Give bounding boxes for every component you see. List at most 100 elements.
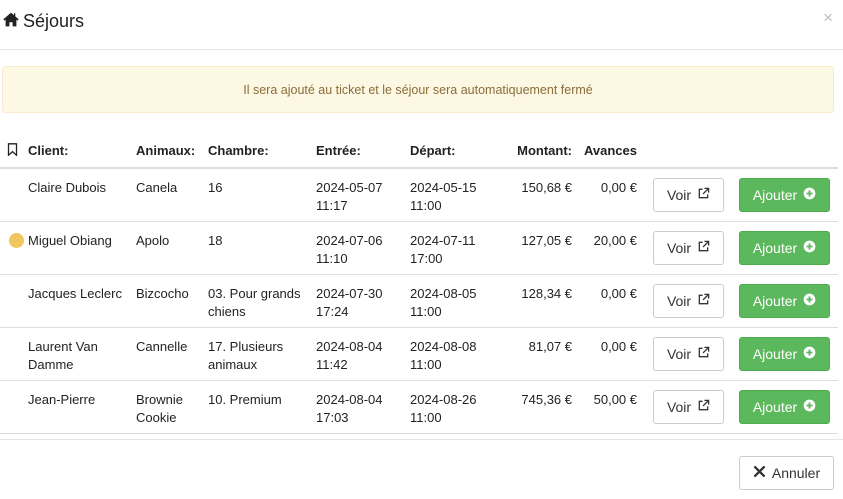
cell-voir: Voir (645, 168, 731, 222)
cell-chambre: 17. Plusieurs animaux (208, 327, 316, 381)
voir-label: Voir (666, 239, 692, 256)
entree-time: 11:10 (316, 250, 348, 266)
sejours-modal: Séjours × Il sera ajouté au ticket et le… (0, 0, 843, 499)
row-marker (0, 221, 28, 275)
depart-time: 11:00 (410, 303, 442, 319)
modal-title: Séjours (3, 11, 84, 32)
voir-button[interactable]: Voir (653, 336, 724, 371)
table-row: Jacques Leclerc Bizcocho 03. Pour grands c… (0, 274, 838, 328)
entree-time: 11:42 (316, 356, 348, 372)
external-link-icon (697, 293, 710, 309)
entree-date: 2024-07-30 (316, 285, 383, 301)
modal-title-text: Séjours (23, 11, 85, 31)
external-link-icon (697, 240, 710, 256)
cell-montant: 745,36 € (498, 380, 580, 434)
cell-animaux: Brownie Cookie (136, 380, 208, 434)
entree-date: 2024-08-04 (316, 391, 383, 407)
cell-avances: 0,00 € (580, 168, 645, 222)
home-icon (3, 11, 19, 32)
depart-date: 2024-08-26 (410, 391, 477, 407)
entree-time: 17:03 (316, 409, 349, 425)
cell-montant: 81,07 € (498, 327, 580, 381)
ajouter-button[interactable]: Ajouter (739, 230, 830, 265)
plus-circle-icon (803, 293, 816, 309)
cell-montant: 150,68 € (498, 168, 580, 222)
voir-label: Voir (666, 187, 692, 203)
modal-footer: Annuler (0, 439, 843, 499)
cell-ajouter: Ajouter (731, 327, 838, 381)
cell-depart: 2024-07-11 17:00 (410, 221, 498, 275)
header-entree: Entrée: (316, 137, 410, 169)
ajouter-button[interactable]: Ajouter (739, 283, 830, 318)
cell-chambre: 03. Pour grands chiens (208, 274, 316, 328)
header-voir-empty (645, 137, 731, 169)
cell-avances: 0,00 € (580, 274, 645, 328)
cell-entree: 2024-07-06 11:10 (316, 221, 410, 275)
table-row: Claire Dubois Canela 16 2024-05-07 11:17 2024… (0, 168, 838, 222)
voir-button[interactable]: Voir (653, 389, 724, 424)
cell-voir: Voir (645, 380, 731, 434)
bookmark-icon (7, 143, 18, 159)
cell-entree: 2024-08-04 17:03 (316, 380, 410, 434)
cell-voir: Voir (645, 221, 731, 275)
header-chambre: Chambre: (208, 137, 316, 169)
entree-time: 11:17 (316, 198, 348, 213)
table-header-row: Client: Animaux: Chambre: Entrée: Départ… (0, 137, 838, 169)
cell-avances: 0,00 € (580, 327, 645, 381)
entree-date: 2024-08-04 (316, 338, 383, 354)
ajouter-button[interactable]: Ajouter (739, 389, 830, 424)
ajouter-label: Ajouter (752, 239, 798, 256)
entree-time: 17:24 (316, 303, 349, 319)
status-dot-icon (9, 232, 24, 248)
cell-animaux: Canela (136, 168, 208, 222)
voir-label: Voir (666, 345, 692, 362)
row-marker (0, 168, 28, 222)
cell-depart: 2024-05-15 11:00 (410, 168, 498, 222)
cell-montant: 127,05 € (498, 221, 580, 275)
bookmark-icon-header (0, 137, 28, 169)
ajouter-label: Ajouter (752, 398, 798, 415)
table-row: Laurent Van Damme Cannelle 17. Plusieurs a… (0, 327, 838, 381)
ajouter-button[interactable]: Ajouter (739, 336, 830, 371)
cell-client: Jean-Pierre (28, 380, 136, 434)
depart-time: 11:00 (410, 356, 442, 372)
table-row: Jean-Pierre Brownie Cookie 10. Premium 2024… (0, 380, 838, 434)
cancel-button[interactable]: Annuler (739, 456, 834, 490)
cell-entree: 2024-08-04 11:42 (316, 327, 410, 381)
cell-ajouter: Ajouter (731, 168, 838, 222)
close-button[interactable]: × (823, 9, 833, 26)
header-animaux: Animaux: (136, 137, 208, 169)
voir-button[interactable]: Voir (653, 283, 724, 318)
voir-button[interactable]: Voir (653, 230, 724, 265)
row-marker (0, 380, 28, 434)
header-ajouter-empty (731, 137, 838, 169)
cell-animaux: Bizcocho (136, 274, 208, 328)
cell-depart: 2024-08-08 11:00 (410, 327, 498, 381)
header-montant: Montant: (498, 137, 580, 169)
header-avances: Avances (580, 137, 645, 169)
cell-ajouter: Ajouter (731, 274, 838, 328)
cell-client: Jacques Leclerc (28, 274, 136, 328)
header-client: Client: (28, 137, 136, 169)
plus-circle-icon (803, 240, 816, 256)
plus-circle-icon (803, 346, 816, 362)
cell-voir: Voir (645, 327, 731, 381)
ajouter-label: Ajouter (752, 292, 798, 309)
cell-avances: 20,00 € (580, 221, 645, 275)
table-row: Miguel Obiang Apolo 18 2024-07-06 11:10 2024-… (0, 221, 838, 275)
cell-ajouter: Ajouter (731, 221, 838, 275)
cell-ajouter: Ajouter (731, 380, 838, 434)
voir-button[interactable]: Voir (653, 178, 724, 212)
modal-header: Séjours × (0, 0, 843, 50)
cell-client: Miguel Obiang (28, 221, 136, 275)
cell-animaux: Apolo (136, 221, 208, 275)
depart-time: 11:00 (410, 198, 442, 213)
cell-entree: 2024-07-30 17:24 (316, 274, 410, 328)
ajouter-label: Ajouter (752, 345, 798, 362)
cancel-label: Annuler (771, 465, 821, 481)
row-marker (0, 274, 28, 328)
ajouter-button[interactable]: Ajouter (739, 178, 830, 212)
entree-date: 2024-07-06 (316, 232, 383, 248)
cell-avances: 50,00 € (580, 380, 645, 434)
ajouter-label: Ajouter (752, 187, 798, 203)
